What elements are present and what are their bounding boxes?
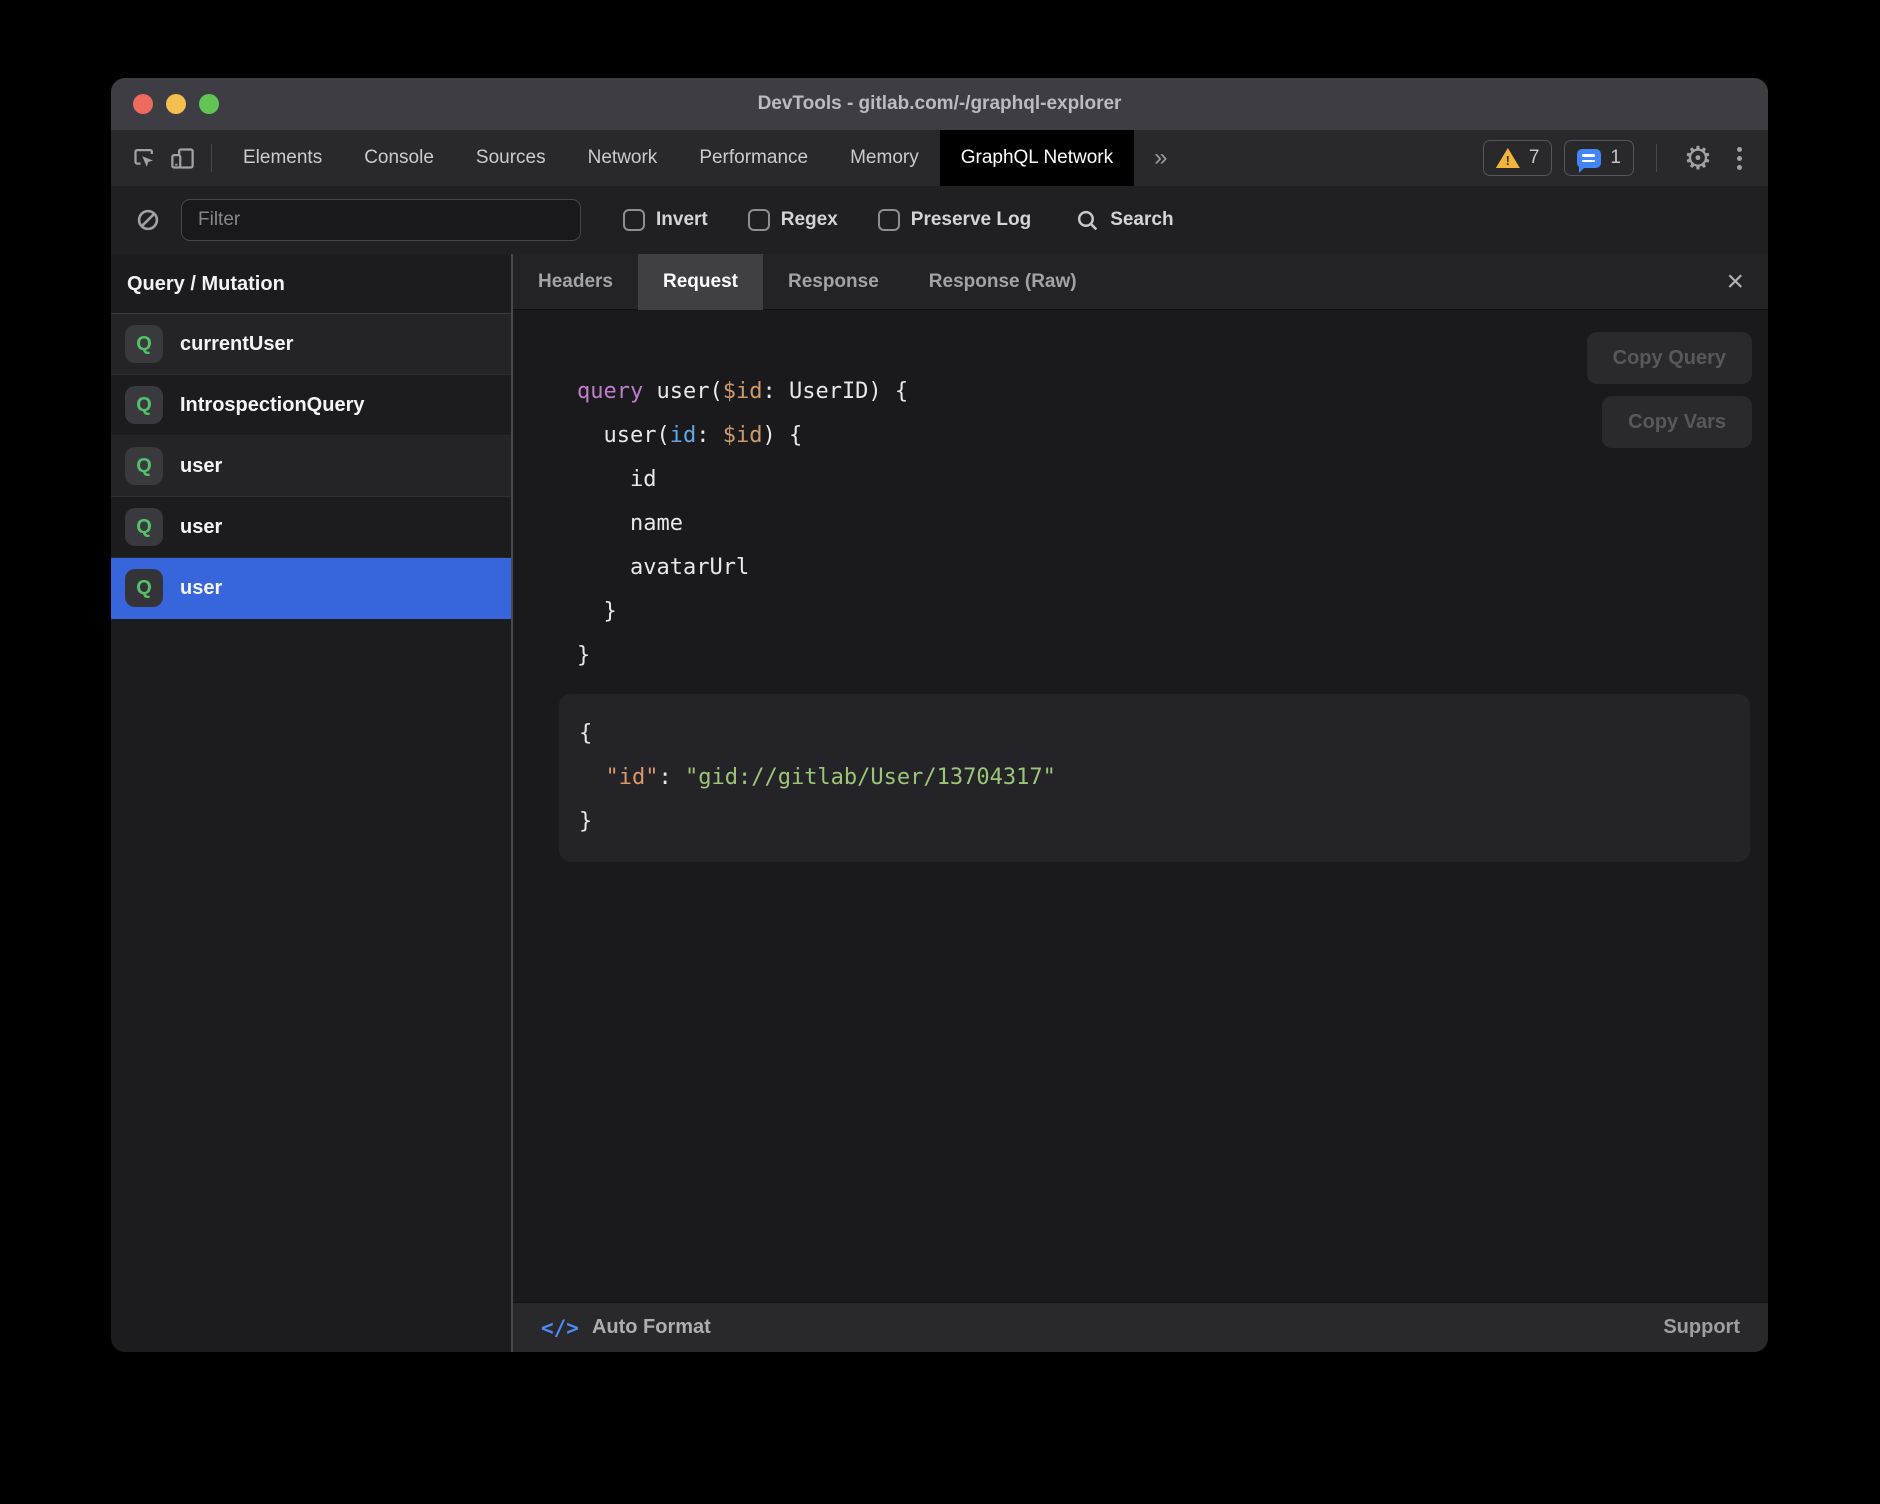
graphql-query-code: query user($id: UserID) { user(id: $id) … bbox=[577, 370, 1768, 678]
detail-tab-request[interactable]: Request bbox=[638, 254, 763, 310]
query-item-label: currentUser bbox=[180, 333, 293, 356]
checkbox-regex[interactable]: Regex bbox=[748, 209, 838, 231]
checkbox-preserve-log[interactable]: Preserve Log bbox=[878, 209, 1031, 231]
toolbar-tabs: ElementsConsoleSourcesNetworkPerformance… bbox=[222, 130, 1134, 186]
query-type-badge: Q bbox=[125, 508, 163, 546]
tab-console[interactable]: Console bbox=[343, 130, 455, 186]
close-window-button[interactable] bbox=[133, 94, 153, 114]
query-type-badge: Q bbox=[125, 569, 163, 607]
window-title: DevTools - gitlab.com/-/graphql-explorer bbox=[111, 78, 1768, 130]
tab-performance[interactable]: Performance bbox=[678, 130, 829, 186]
traffic-lights bbox=[133, 78, 219, 130]
query-item-label: IntrospectionQuery bbox=[180, 394, 364, 417]
query-list-item-user-2[interactable]: Quser bbox=[111, 436, 511, 497]
main-content: Query / Mutation QcurrentUserQIntrospect… bbox=[111, 254, 1768, 1352]
message-icon bbox=[1577, 149, 1601, 168]
tab-memory[interactable]: Memory bbox=[829, 130, 940, 186]
device-toolbar-icon[interactable] bbox=[163, 138, 201, 178]
query-list-item-user-3[interactable]: Quser bbox=[111, 497, 511, 558]
tab-graphql-network[interactable]: GraphQL Network bbox=[940, 130, 1134, 186]
query-type-badge: Q bbox=[125, 447, 163, 485]
query-type-badge: Q bbox=[125, 325, 163, 363]
toolbar-right: ! 7 1 ⚙ bbox=[1483, 138, 1750, 178]
message-count: 1 bbox=[1610, 147, 1621, 169]
support-link[interactable]: Support bbox=[1663, 1316, 1740, 1339]
code-format-icon: </> bbox=[541, 1316, 579, 1340]
query-list-header: Query / Mutation bbox=[111, 254, 511, 314]
request-detail-panel: HeadersRequestResponseResponse (Raw) × q… bbox=[513, 254, 1768, 1352]
detail-tab-headers[interactable]: Headers bbox=[513, 254, 638, 310]
query-item-label: user bbox=[180, 455, 222, 478]
code-line: { bbox=[579, 712, 1730, 756]
warning-count: 7 bbox=[1529, 147, 1540, 169]
invert-checkbox[interactable] bbox=[623, 209, 645, 231]
toolbar-divider bbox=[211, 144, 212, 172]
settings-gear-icon[interactable]: ⚙ bbox=[1679, 138, 1717, 178]
code-line: user(id: $id) { bbox=[577, 414, 1768, 458]
toolbar-divider bbox=[1656, 144, 1657, 172]
search-icon bbox=[1075, 208, 1100, 233]
query-list-item-currentuser-0[interactable]: QcurrentUser bbox=[111, 314, 511, 375]
code-line: "id": "gid://gitlab/User/13704317" bbox=[579, 756, 1730, 800]
invert-label: Invert bbox=[656, 209, 708, 231]
code-line: id bbox=[577, 458, 1768, 502]
zoom-window-button[interactable] bbox=[199, 94, 219, 114]
search-label: Search bbox=[1110, 209, 1173, 231]
clear-icon[interactable] bbox=[129, 200, 167, 240]
devtools-tabbar: ElementsConsoleSourcesNetworkPerformance… bbox=[111, 130, 1768, 186]
detail-tab-response-raw[interactable]: Response (Raw) bbox=[904, 254, 1102, 310]
filterbar: Invert Regex Preserve Log Search bbox=[111, 186, 1768, 254]
code-line: } bbox=[577, 590, 1768, 634]
tab-network[interactable]: Network bbox=[567, 130, 679, 186]
checkbox-invert[interactable]: Invert bbox=[623, 209, 708, 231]
regex-label: Regex bbox=[781, 209, 838, 231]
more-tabs-icon[interactable]: » bbox=[1134, 130, 1187, 186]
warnings-badge[interactable]: ! 7 bbox=[1483, 140, 1553, 176]
copy-vars-button[interactable]: Copy Vars bbox=[1602, 396, 1752, 448]
tab-elements[interactable]: Elements bbox=[222, 130, 343, 186]
request-body: query user($id: UserID) { user(id: $id) … bbox=[513, 310, 1768, 1302]
preserve-log-checkbox[interactable] bbox=[878, 209, 900, 231]
query-type-badge: Q bbox=[125, 386, 163, 424]
devtools-window: DevTools - gitlab.com/-/graphql-explorer bbox=[111, 78, 1768, 1352]
query-list: QcurrentUserQIntrospectionQueryQuserQuse… bbox=[111, 314, 511, 619]
variables-box: { "id": "gid://gitlab/User/13704317"} bbox=[559, 694, 1750, 862]
copy-query-button[interactable]: Copy Query bbox=[1587, 332, 1752, 384]
minimize-window-button[interactable] bbox=[166, 94, 186, 114]
detail-tab-response[interactable]: Response bbox=[763, 254, 904, 310]
detail-footer: </> Auto Format Support bbox=[513, 1302, 1768, 1352]
query-list-panel: Query / Mutation QcurrentUserQIntrospect… bbox=[111, 254, 511, 1352]
warning-icon: ! bbox=[1496, 148, 1520, 168]
preserve-log-label: Preserve Log bbox=[911, 209, 1031, 231]
query-item-label: user bbox=[180, 577, 222, 600]
filter-input[interactable] bbox=[181, 199, 581, 241]
query-list-item-user-4[interactable]: Quser bbox=[111, 558, 511, 619]
query-list-item-introspectionquery-1[interactable]: Q IntrospectionQuery bbox=[111, 375, 511, 436]
detail-tabs: HeadersRequestResponseResponse (Raw) × bbox=[513, 254, 1768, 310]
issues-badge[interactable]: 1 bbox=[1564, 140, 1634, 176]
code-line: } bbox=[577, 634, 1768, 678]
titlebar: DevTools - gitlab.com/-/graphql-explorer bbox=[111, 78, 1768, 130]
code-line: name bbox=[577, 502, 1768, 546]
regex-checkbox[interactable] bbox=[748, 209, 770, 231]
filter-checkboxes: Invert Regex Preserve Log bbox=[623, 209, 1031, 231]
search-group[interactable]: Search bbox=[1075, 208, 1173, 233]
code-line: } bbox=[579, 800, 1730, 844]
query-item-label: user bbox=[180, 516, 222, 539]
code-line: avatarUrl bbox=[577, 546, 1768, 590]
inspect-element-icon[interactable] bbox=[125, 138, 163, 178]
auto-format-button[interactable]: Auto Format bbox=[592, 1316, 711, 1339]
close-icon[interactable]: × bbox=[1726, 267, 1744, 297]
tab-sources[interactable]: Sources bbox=[455, 130, 567, 186]
more-options-icon[interactable] bbox=[1729, 147, 1750, 170]
